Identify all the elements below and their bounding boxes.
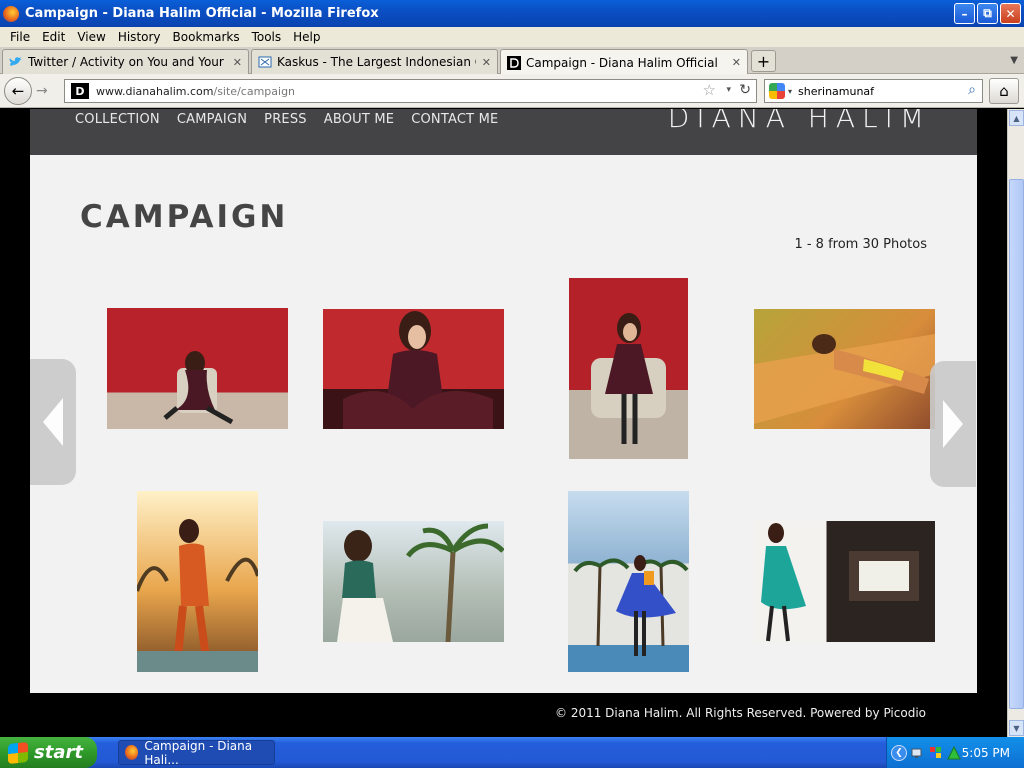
back-button[interactable]: ← <box>4 77 32 105</box>
start-button[interactable]: start <box>0 737 97 768</box>
minimize-button[interactable]: – <box>954 3 975 24</box>
tab-close-icon[interactable]: ✕ <box>233 56 242 69</box>
scrollbar-thumb[interactable] <box>1009 179 1024 709</box>
alert-triangle-icon[interactable] <box>947 745 961 760</box>
model-photo-image <box>323 311 504 429</box>
tab-strip: Twitter / Activity on You and Your Tweet… <box>0 47 1024 75</box>
navigation-toolbar: ← → D www.dianahalim.com/site/campaign ☆… <box>0 74 1024 108</box>
menu-history[interactable]: History <box>112 30 167 44</box>
campaign-photo-2[interactable] <box>323 309 504 429</box>
tab-label: Twitter / Activity on You and Your Tweet… <box>28 55 227 69</box>
firefox-icon <box>125 745 139 760</box>
nav-press[interactable]: PRESS <box>264 112 307 127</box>
forward-button[interactable]: → <box>36 83 48 99</box>
model-photo-image <box>337 523 504 642</box>
site-identity-icon[interactable]: D <box>71 83 89 99</box>
model-photo-image <box>591 313 666 444</box>
menu-bookmarks[interactable]: Bookmarks <box>167 30 246 44</box>
scroll-up-button[interactable]: ▲ <box>1009 110 1024 126</box>
start-label: start <box>34 742 83 763</box>
tab-close-icon[interactable]: ✕ <box>482 56 491 69</box>
menu-file[interactable]: File <box>4 30 36 44</box>
url-bar[interactable]: D www.dianahalim.com/site/campaign ☆ ▾ ↻ <box>64 79 757 103</box>
taskbar-firefox-window[interactable]: Campaign - Diana Hali... <box>118 738 275 767</box>
network-icon[interactable] <box>911 746 925 760</box>
google-icon[interactable] <box>769 83 785 99</box>
kaskus-icon <box>258 56 272 68</box>
page-title: CAMPAIGN <box>80 199 289 235</box>
campaign-photo-6[interactable] <box>323 521 504 642</box>
url-path: /site/campaign <box>213 84 296 98</box>
tab-list-icon[interactable]: ▼ <box>1010 55 1018 66</box>
nav-contact-me[interactable]: CONTACT ME <box>411 112 498 127</box>
campaign-photo-8[interactable] <box>754 521 935 642</box>
windows-flag-icon <box>8 741 28 764</box>
url-domain: www.dianahalim.com <box>96 84 214 98</box>
window-title: Campaign - Diana Halim Official - Mozill… <box>25 6 379 21</box>
next-arrow-button[interactable] <box>930 361 976 487</box>
new-tab-button[interactable]: + <box>751 50 776 72</box>
model-photo-image <box>754 334 935 424</box>
taskbar: start Campaign - Diana Hali... ❮ 5:05 PM <box>0 737 1024 768</box>
window-title-bar: Campaign - Diana Halim Official - Mozill… <box>0 0 1024 27</box>
chevron-left-icon <box>43 398 63 446</box>
menu-view[interactable]: View <box>71 30 111 44</box>
tab-label: Kaskus - The Largest Indonesian Commu... <box>277 55 476 69</box>
photo-count: 1 - 8 from 30 Photos <box>794 237 927 252</box>
url-text[interactable]: www.dianahalim.com/site/campaign <box>96 85 295 98</box>
site-nav: COLLECTION CAMPAIGN PRESS ABOUT ME CONTA… <box>75 112 515 127</box>
previous-arrow-button[interactable] <box>30 359 76 485</box>
maximize-button[interactable]: ⧉ <box>977 3 998 24</box>
tab-label: Campaign - Diana Halim Official <box>526 55 718 70</box>
site-logo[interactable]: DIANA HALIM <box>668 109 931 134</box>
nav-collection[interactable]: COLLECTION <box>75 112 160 127</box>
campaign-photo-3[interactable] <box>569 278 688 459</box>
bookmark-star-icon[interactable]: ☆ <box>703 81 716 99</box>
security-center-icon[interactable] <box>929 746 943 760</box>
menu-bar: File Edit View History Bookmarks Tools H… <box>0 27 1024 47</box>
nav-about-me[interactable]: ABOUT ME <box>324 112 394 127</box>
site-icon <box>507 55 521 70</box>
site-footer: © 2011 Diana Halim. All Rights Reserved.… <box>555 706 926 720</box>
tray-expand-icon[interactable]: ❮ <box>891 744 907 761</box>
campaign-photo-1[interactable] <box>107 308 288 429</box>
tab-twitter[interactable]: Twitter / Activity on You and Your Tweet… <box>2 49 249 74</box>
search-icon[interactable]: ⌕ <box>968 82 976 98</box>
campaign-photo-5[interactable] <box>137 491 258 672</box>
url-history-dropdown-icon[interactable]: ▾ <box>726 85 731 95</box>
search-engine-dropdown-icon[interactable]: ▾ <box>788 87 792 96</box>
model-photo-image <box>163 351 234 425</box>
reload-icon[interactable]: ↻ <box>739 82 751 98</box>
campaign-photo-4[interactable] <box>754 309 935 429</box>
menu-help[interactable]: Help <box>287 30 326 44</box>
menu-edit[interactable]: Edit <box>36 30 71 44</box>
scroll-down-button[interactable]: ▼ <box>1009 720 1024 736</box>
taskbar-item-label: Campaign - Diana Hali... <box>144 738 253 767</box>
vertical-scrollbar[interactable]: ▲ ▼ <box>1007 109 1024 737</box>
content-panel: CAMPAIGN 1 - 8 from 30 Photos <box>30 155 977 693</box>
model-photo-image <box>761 523 919 642</box>
page-viewport: COLLECTION CAMPAIGN PRESS ABOUT ME CONTA… <box>0 109 1007 737</box>
home-button[interactable]: ⌂ <box>989 78 1019 104</box>
menu-tools[interactable]: Tools <box>246 30 288 44</box>
search-bar[interactable]: ▾ sherinamunaf ⌕ <box>764 79 983 103</box>
model-photo-image <box>573 555 689 656</box>
tab-kaskus[interactable]: Kaskus - The Largest Indonesian Commu...… <box>251 49 498 74</box>
system-tray: ❮ 5:05 PM <box>886 737 1024 768</box>
tab-close-icon[interactable]: ✕ <box>732 56 741 69</box>
twitter-icon <box>9 57 22 66</box>
nav-campaign[interactable]: CAMPAIGN <box>177 112 247 127</box>
taskbar-clock[interactable]: 5:05 PM <box>962 746 1010 760</box>
chevron-right-icon <box>943 400 963 448</box>
search-input[interactable]: sherinamunaf <box>798 85 874 98</box>
model-photo-image <box>137 519 258 672</box>
firefox-icon <box>3 5 19 22</box>
campaign-photo-7[interactable] <box>568 491 689 672</box>
site-header: COLLECTION CAMPAIGN PRESS ABOUT ME CONTA… <box>30 109 977 155</box>
tab-campaign[interactable]: Campaign - Diana Halim Official ✕ <box>500 49 748 75</box>
close-window-button[interactable]: ✕ <box>1000 3 1021 24</box>
